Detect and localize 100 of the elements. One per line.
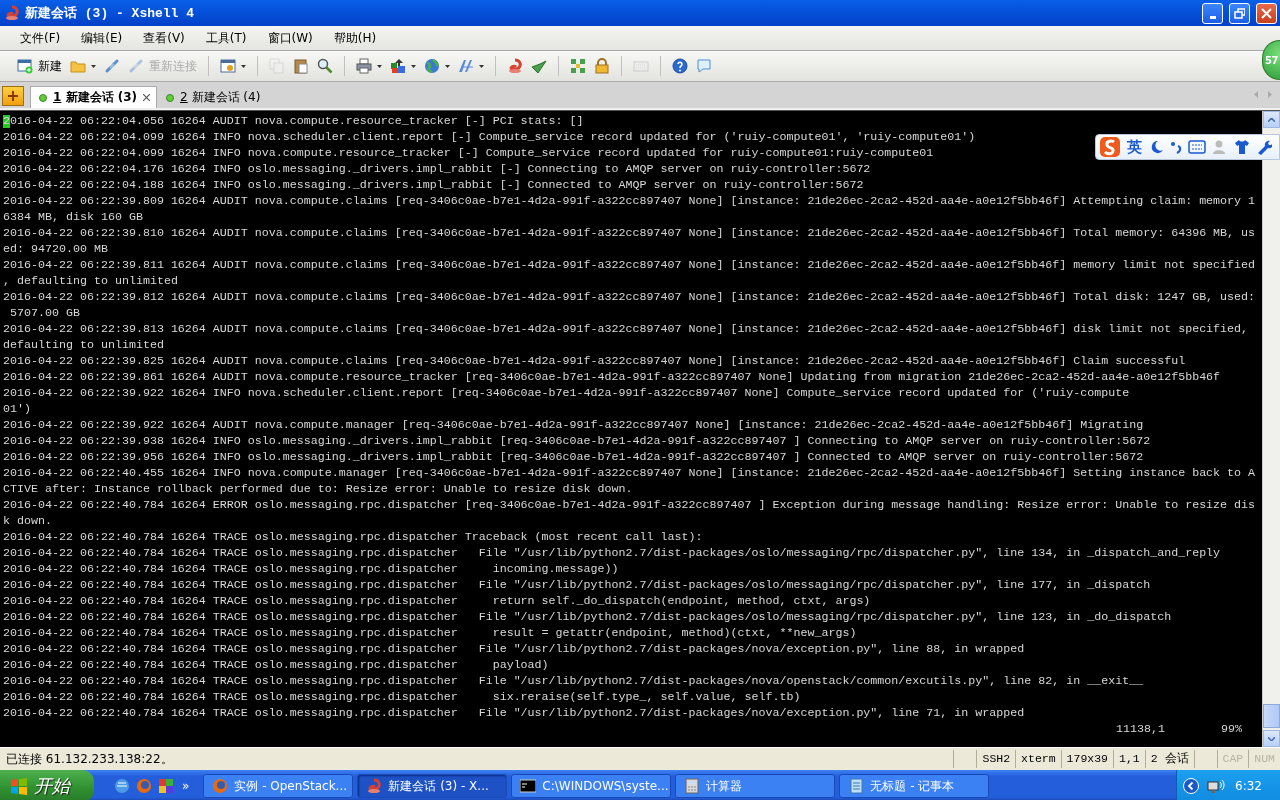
caret-icon bbox=[479, 64, 484, 68]
calculator-icon bbox=[684, 778, 701, 794]
terminal-line: 2016-04-22 06:22:40.455 16264 INFO nova.compute.manager [req-3406c0ae-b7e1-4d2a-991f-a322cc897407 None] [instance: 21de26ec-2ca2-452d-aa4e-a0e12f5bb46f] Setting instance back to A bbox=[3, 466, 1256, 480]
sogou-logo-icon[interactable] bbox=[1099, 136, 1121, 158]
network-icon[interactable] bbox=[1207, 778, 1228, 794]
new-button[interactable]: 新建 bbox=[14, 54, 65, 78]
terminal-line: ed: 94720.00 MB bbox=[3, 242, 108, 256]
minimize-button[interactable] bbox=[1202, 2, 1223, 24]
terminal-line: 2016-04-22 06:22:40.784 16264 TRACE oslo.messaging.rpc.dispatcher payload) bbox=[3, 658, 549, 672]
new-tab-button[interactable] bbox=[2, 86, 24, 106]
transfer-icon bbox=[390, 58, 406, 74]
terminal-line: 2016-04-22 06:22:39.922 16264 AUDIT nova.compute.manager [req-3406c0ae-b7e1-4d2a-991f-a322cc897407 None] [instance: 21de26ec-2ca2-452d-aa4e-a0e12f5bb46f] Migrating bbox=[3, 418, 1144, 432]
firefox-icon bbox=[212, 778, 229, 794]
session-tab[interactable]: 1 新建会话 (3) bbox=[30, 86, 158, 108]
terminal-line: k down. bbox=[3, 514, 52, 528]
search-icon bbox=[317, 58, 333, 74]
status-cell: 2 会话 bbox=[1144, 750, 1194, 768]
keyboard-icon[interactable] bbox=[1188, 140, 1206, 154]
caret-icon bbox=[445, 64, 450, 68]
terminal-line: 2016-04-22 06:22:40.784 16264 TRACE oslo.messaging.rpc.dispatcher File "/usr/lib/python2.7/dist-packages/oslo/messaging/rpc/dispatcher.py", line 177, in _dispatch bbox=[3, 578, 1151, 592]
swirl-icon bbox=[507, 58, 523, 74]
terminal-line: 2016-04-22 06:22:40.784 16264 TRACE oslo.messaging.rpc.dispatcher File "/usr/lib/python2.7/dist-packages/oslo/messaging/rpc/dispatcher.py", line 123, in _do_dispatch bbox=[3, 610, 1172, 624]
printer-icon bbox=[356, 58, 372, 74]
terminal-line: CTIVE after: Instance rollback performed due to: Resize error: Unable to resize disk down. bbox=[3, 482, 633, 496]
windows-flag-icon bbox=[10, 777, 28, 795]
minimize-icon bbox=[1209, 15, 1216, 19]
terminal-line: 2016-04-22 06:22:40.784 16264 TRACE oslo.messaging.rpc.dispatcher six.reraise(self.type_, self.value, self.tb) bbox=[3, 690, 801, 704]
terminal-line: 2016-04-22 06:22:39.938 16264 INFO oslo.messaging._drivers.impl_rabbit [req-3406c0ae-b7e1-4d2a-991f-a322cc897407 ] Connecting to AMQP server on ruiy-controller:5672 bbox=[3, 434, 1151, 448]
menu-item[interactable]: 工具(T) bbox=[199, 29, 253, 47]
chat-icon bbox=[696, 58, 712, 74]
punctuation-icon[interactable] bbox=[1170, 139, 1182, 155]
status-message: 已连接 61.132.233.138:22。 bbox=[5, 750, 174, 768]
terminal-line: 01') bbox=[3, 402, 31, 416]
terminal-line: 2016-04-22 06:22:39.812 16264 AUDIT nova.compute.claims [req-3406c0ae-b7e1-4d2a-991f-a322cc897407 None] [instance: 21de26ec-2ca2-452d-aa4e-a0e12f5bb46f] Total disk: 1247 GB, used: bbox=[3, 290, 1256, 304]
swirl-icon bbox=[366, 778, 383, 794]
terminal-line: 2016-04-22 06:22:04.188 16264 INFO oslo.messaging._drivers.impl_rabbit [-] Connected to AMQP server on ruiy-controller:5672 bbox=[3, 178, 864, 192]
caret-icon bbox=[377, 64, 382, 68]
taskbar-button[interactable]: 计算器 bbox=[675, 774, 836, 798]
terminal-line: 2016-04-22 06:22:04.099 16264 INFO nova.compute.resource_tracker [-] Compute_service record updated for ruiy-compute01:ruiy-compute01 bbox=[3, 146, 934, 160]
status-dot-icon bbox=[166, 93, 175, 102]
console-icon bbox=[520, 778, 537, 794]
terminal-line: 2016-04-22 06:22:40.784 16264 TRACE oslo.messaging.rpc.dispatcher File "/usr/lib/python2.7/dist-packages/nova/exception.py", line 88, in wrapped bbox=[3, 642, 1025, 656]
print-button[interactable] bbox=[353, 55, 385, 77]
menu-item[interactable]: 窗口(W) bbox=[261, 29, 319, 47]
fullscreen-icon bbox=[570, 58, 586, 74]
lock-icon bbox=[594, 58, 610, 74]
window-gear-icon bbox=[220, 58, 236, 74]
start-button[interactable]: 开始 bbox=[0, 770, 94, 800]
new-window-icon bbox=[17, 58, 33, 74]
close-icon bbox=[1261, 7, 1272, 19]
folder-icon bbox=[70, 58, 86, 74]
close-icon[interactable] bbox=[143, 94, 151, 101]
terminal-line: 2016-04-22 06:22:39.861 16264 AUDIT nova.compute.resource_tracker [req-3406c0ae-b7e1-4d2a-991f-a322cc897407 None] Updating from migration 21de26ec-2ca2-452d-aa4e-a0e12f5bb46f bbox=[3, 370, 1221, 384]
taskbar-button[interactable]: 新建会话 (3) - X... bbox=[357, 774, 508, 798]
colored-squares-icon[interactable] bbox=[158, 778, 174, 794]
plus-icon bbox=[8, 91, 18, 101]
status-cell: SSH2 bbox=[976, 750, 1016, 768]
terminal-line: 2016-04-22 06:22:39.825 16264 AUDIT nova.compute.claims [req-3406c0ae-b7e1-4d2a-991f-a322cc897407 None] [instance: 21de26ec-2ca2-452d-aa4e-a0e12f5bb46f] Claim successful bbox=[3, 354, 1186, 368]
caret-icon bbox=[411, 64, 416, 68]
keyboard-icon bbox=[633, 58, 649, 74]
notepad-icon bbox=[848, 778, 865, 794]
terminal-line: 2016-04-22 06:22:39.810 16264 AUDIT nova.compute.claims [req-3406c0ae-b7e1-4d2a-991f-a322cc897407 None] [instance: 21de26ec-2ca2-452d-aa4e-a0e12f5bb46f] Total memory: 64396 MB, us bbox=[3, 226, 1256, 240]
paste-icon bbox=[293, 58, 309, 74]
overflow-chevron[interactable]: » bbox=[182, 779, 190, 793]
terminal-line: 2016-04-22 06:22:40.784 16264 TRACE oslo.messaging.rpc.dispatcher File "/usr/lib/python2.7/dist-packages/oslo/messaging/rpc/dispatcher.py", line 134, in _dispatch_and_reply bbox=[3, 546, 1221, 560]
terminal-line: 2016-04-22 06:22:39.922 16264 INFO nova.scheduler.client.report [req-3406c0ae-b7e1-4d2a-991f-a322cc897407 None] Compute_service record updated for ('ruiy-compute bbox=[3, 386, 1130, 400]
terminal-line: 2016-04-22 06:22:04.099 16264 INFO nova.scheduler.client.report [-] Compute_service record updated for ('ruiy-compute01', 'ruiy-compute01') bbox=[3, 130, 976, 144]
input-mode-toggle[interactable]: 英 bbox=[1127, 137, 1142, 157]
help-button[interactable] bbox=[669, 55, 691, 77]
session-tab[interactable]: 2 新建会话 (4) bbox=[157, 86, 268, 108]
status-cell: 179x39 bbox=[1060, 750, 1114, 768]
taskbar-button[interactable]: C:\WINDOWS\syste... bbox=[511, 774, 672, 798]
terminal-line: 2016-04-22 06:22:40.784 16264 ERROR oslo.messaging.rpc.dispatcher [req-3406c0ae-b7e1-4d2a-991f-a322cc897407 ] Exception during message handling: Resize error: Unable to resize dis bbox=[3, 498, 1256, 512]
terminal-line: defaulting to unlimited bbox=[3, 338, 164, 352]
shirt-icon[interactable] bbox=[1234, 139, 1250, 155]
copy-icon bbox=[269, 58, 285, 74]
chevron-icon[interactable] bbox=[1183, 778, 1200, 794]
restore-icon bbox=[1234, 7, 1245, 19]
menu-item[interactable]: 帮助(H) bbox=[327, 29, 383, 47]
app-icon bbox=[4, 5, 20, 21]
scrollbar[interactable] bbox=[1262, 111, 1280, 747]
status-dot-icon bbox=[39, 93, 47, 102]
menu-item[interactable]: 文件(F) bbox=[14, 29, 67, 47]
caret-icon bbox=[241, 64, 246, 68]
scrollbar-thumb[interactable] bbox=[1263, 704, 1280, 728]
terminal-line: , defaulting to unlimited bbox=[3, 274, 178, 288]
close-button[interactable] bbox=[1256, 2, 1277, 24]
terminal-line: 2016-04-22 06:22:40.784 16264 TRACE oslo.messaging.rpc.dispatcher Traceback (most recent call last): bbox=[3, 530, 703, 544]
taskbar-button[interactable]: 无标题 - 记事本 bbox=[839, 774, 990, 798]
browser-icon[interactable] bbox=[114, 778, 130, 794]
clock: 6:32 bbox=[1235, 779, 1262, 793]
terminal-line: 2016-04-22 06:22:40.784 16264 TRACE oslo.messaging.rpc.dispatcher File "/usr/lib/python2.7/dist-packages/nova/exception.py", line 71, in wrapped bbox=[3, 706, 1025, 720]
restore-button[interactable] bbox=[1229, 2, 1250, 24]
wrench-icon[interactable] bbox=[1256, 139, 1272, 155]
taskbar-button[interactable]: 实例 - OpenStack... bbox=[203, 774, 354, 798]
status-cell: xterm bbox=[1015, 750, 1061, 768]
terminal-line: 2016-04-22 06:22:39.956 16264 INFO oslo.messaging._drivers.impl_rabbit [req-3406c0ae-b7e1-4d2a-991f-a322cc897407 ] Connected to AMQP server on ruiy-controller:5672 bbox=[3, 450, 1144, 464]
terminal-line: 2016-04-22 06:22:04.176 16264 INFO oslo.messaging._drivers.impl_rabbit [-] Connecting to AMQP server on ruiy-controller:5672 bbox=[3, 162, 871, 176]
menu-item[interactable]: 查看(V) bbox=[137, 29, 191, 47]
menu-item[interactable]: 编辑(E) bbox=[75, 29, 129, 47]
